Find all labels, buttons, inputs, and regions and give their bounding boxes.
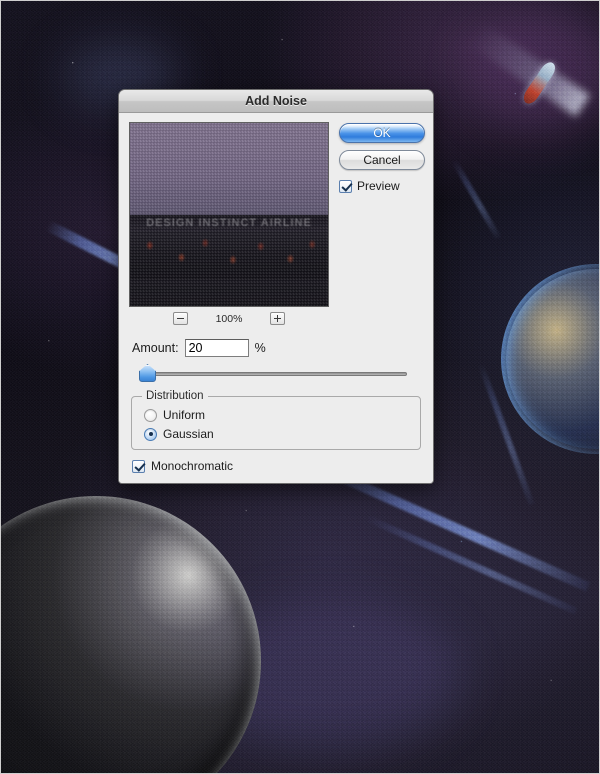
zoom-out-button[interactable] [173, 312, 188, 325]
dialog-titlebar[interactable]: Add Noise [119, 90, 433, 113]
preview-noise-overlay [130, 123, 328, 306]
preview-thumbnail[interactable]: DESIGN INSTINCT AIRLINE [129, 122, 329, 307]
amount-input[interactable] [184, 339, 249, 357]
radio-row-uniform[interactable]: Uniform [144, 408, 410, 422]
monochromatic-checkbox[interactable] [132, 459, 145, 473]
preview-checkbox-label: Preview [357, 179, 400, 193]
radio-uniform[interactable] [144, 408, 157, 422]
amount-slider[interactable] [139, 364, 407, 382]
zoom-level-label: 100% [215, 312, 243, 325]
amount-label: Amount: [132, 341, 179, 355]
preview-and-actions-row: DESIGN INSTINCT AIRLINE 100% OK Cancel [129, 122, 425, 325]
radio-gaussian-label: Gaussian [163, 427, 214, 441]
amount-slider-thumb[interactable] [139, 364, 156, 382]
distribution-fieldset: Distribution Uniform Gaussian [131, 390, 421, 450]
distribution-legend: Distribution [142, 390, 208, 402]
add-noise-dialog: Add Noise DESIGN INSTINCT AIRLINE 100% [118, 89, 434, 484]
preview-checkbox-row[interactable]: Preview [339, 179, 425, 193]
ok-button[interactable]: OK [339, 123, 425, 143]
preview-column: DESIGN INSTINCT AIRLINE 100% [129, 122, 329, 325]
screenshot-frame: Add Noise DESIGN INSTINCT AIRLINE 100% [0, 0, 600, 774]
amount-slider-track[interactable] [147, 372, 407, 376]
radio-gaussian[interactable] [144, 427, 157, 441]
preview-zoom-controls: 100% [129, 312, 329, 325]
monochromatic-row[interactable]: Monochromatic [132, 459, 423, 473]
dialog-body: DESIGN INSTINCT AIRLINE 100% OK Cancel [119, 113, 433, 483]
preview-checkbox[interactable] [339, 179, 352, 193]
radio-uniform-label: Uniform [163, 408, 206, 422]
cancel-button[interactable]: Cancel [339, 150, 425, 170]
amount-unit-label: % [254, 341, 266, 355]
dialog-title: Add Noise [245, 94, 307, 108]
zoom-in-button[interactable] [270, 312, 285, 325]
monochromatic-label: Monochromatic [151, 459, 234, 473]
amount-row: Amount: % [129, 339, 423, 357]
dialog-actions-column: OK Cancel Preview [339, 122, 425, 193]
radio-row-gaussian[interactable]: Gaussian [144, 427, 410, 441]
